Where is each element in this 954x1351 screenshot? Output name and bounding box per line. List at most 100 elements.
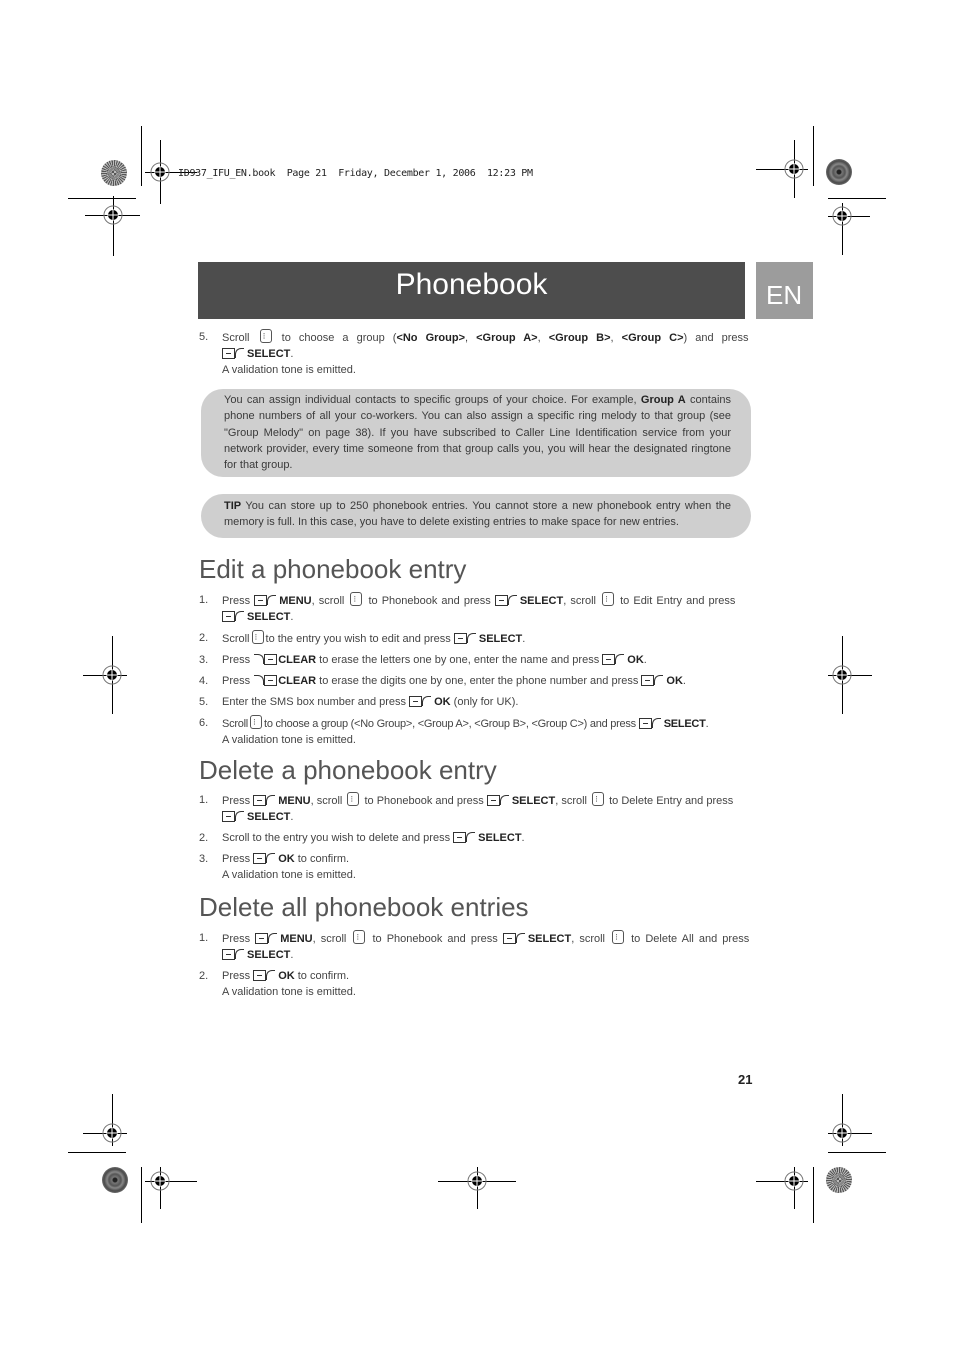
scroll-key-icon [612, 929, 625, 945]
color-bar-disc [826, 1167, 852, 1193]
step-text: Press [222, 933, 251, 945]
step-text: , scroll [310, 795, 343, 807]
color-bar-disc [102, 1167, 128, 1193]
step-text: , scroll [571, 933, 605, 945]
crop-mark [828, 1152, 886, 1153]
note-box: You can assign individual contacts to sp… [201, 389, 751, 477]
step-text: to Phonebook and press [372, 933, 498, 945]
registration-mark-icon [101, 1122, 123, 1144]
key-label: MENU [279, 595, 312, 607]
step-text: to Delete All and press [631, 933, 750, 945]
left-softkey-icon [502, 933, 527, 944]
scroll-key-icon [259, 328, 272, 344]
scroll-key-icon [350, 591, 363, 607]
key-label: SELECT [527, 933, 572, 945]
step-number: 5. [199, 331, 209, 343]
print-time: 12:23 PM [486, 168, 533, 179]
registration-mark-icon [783, 1170, 805, 1192]
step-number: 4. [199, 675, 209, 687]
tip-body: You can store up to 250 phonebook entrie… [224, 500, 731, 529]
color-bar-disc [101, 160, 127, 186]
key-label: OK [434, 696, 451, 708]
step-text: to Phonebook and press [368, 595, 491, 607]
tip-box: TIP You can store up to 250 phonebook en… [201, 494, 751, 538]
crop-mark [141, 1167, 142, 1223]
left-softkey-icon [222, 811, 246, 822]
punctuation: . [290, 348, 294, 360]
left-softkey-icon [602, 654, 626, 665]
left-softkey-icon [494, 595, 519, 606]
step-text: Press [222, 795, 251, 807]
registration-mark-icon [149, 1170, 171, 1192]
step-text: Press [222, 654, 251, 666]
key-label: CLEAR [278, 654, 317, 666]
step-text: Scroll [222, 633, 250, 645]
punctuation: . [290, 811, 294, 823]
step-text: Scroll [222, 718, 249, 730]
step-number: 2. [199, 832, 209, 844]
step-text: (only for UK). [450, 696, 519, 708]
step-text: Enter the SMS box number and press [222, 696, 407, 708]
registration-mark-icon [783, 158, 805, 180]
step-text: , scroll [311, 595, 345, 607]
edit-section: Edit a phonebook entry 1. Press MENU, sc… [199, 554, 755, 753]
delete-all-section: Delete all phonebook entries 1. Press ME… [199, 892, 755, 1005]
language-tab-label: EN [766, 280, 803, 310]
key-label: SELECT [478, 832, 522, 844]
registration-mark-icon [831, 205, 853, 227]
step-number: 1. [199, 594, 209, 606]
left-softkey-icon [222, 949, 246, 960]
list-item: 1. Press MENU, scroll to Phonebook and p… [199, 791, 755, 825]
print-page: Page 21 [286, 168, 327, 179]
scroll-key-icon [251, 629, 264, 645]
step-result: A validation tone is emitted. [222, 869, 356, 881]
group-option: <Group A> [476, 332, 538, 344]
print-date: Friday, December 1, 2006 [338, 168, 476, 179]
step-text: to Edit Entry and press [620, 595, 736, 607]
section-heading: Delete all phonebook entries [199, 892, 529, 922]
print-header: ID937_IFU_EN.book Page 21 Friday, Decemb… [178, 168, 533, 179]
right-softkey-icon [253, 654, 278, 665]
step-text: Press [222, 595, 251, 607]
key-label: OK [666, 675, 683, 687]
delete-section: Delete a phonebook entry 1. Press MENU, … [199, 755, 755, 888]
step-text: to Phonebook and press [364, 795, 484, 807]
punctuation: . [290, 949, 294, 961]
key-label: CLEAR [278, 675, 317, 687]
registration-mark-icon [831, 1122, 853, 1144]
step-text: to confirm. [294, 970, 350, 982]
registration-mark-icon [466, 1170, 488, 1192]
step-text: to confirm. [294, 853, 350, 865]
chapter-title: Phonebook [395, 268, 548, 301]
step-text: to erase the letters one by one, enter t… [316, 654, 600, 666]
crop-mark [68, 198, 136, 199]
left-softkey-icon [453, 633, 478, 644]
step-text: , scroll [312, 933, 347, 945]
scroll-key-icon [602, 591, 615, 607]
left-softkey-icon [253, 795, 277, 806]
step-number: 1. [199, 932, 209, 944]
key-label: SELECT [247, 811, 291, 823]
color-bar-disc [826, 159, 852, 185]
key-label: OK [278, 970, 295, 982]
punctuation: . [522, 633, 526, 645]
left-softkey-icon [638, 718, 663, 729]
left-softkey-icon [409, 696, 433, 707]
key-label: SELECT [247, 611, 291, 623]
step-text: to choose a group (<No Group>, <Group A>… [264, 718, 636, 730]
left-softkey-icon [486, 795, 511, 806]
step-number: 3. [199, 853, 209, 865]
step-text: Press [222, 970, 251, 982]
list-item: 3. Press CLEAR to erase the letters one … [199, 652, 755, 668]
key-label: SELECT [247, 949, 291, 961]
list-item: 2. Scroll to the entry you wish to edit a… [199, 629, 755, 647]
punctuation: . [682, 675, 686, 687]
scroll-key-icon [353, 929, 366, 945]
language-tab: EN [756, 262, 813, 319]
section-heading: Delete a phonebook entry [199, 755, 497, 785]
chapter-banner: Phonebook [198, 262, 745, 319]
list-item: 6. Scroll to choose a group (<No Group>, … [199, 714, 755, 748]
section-heading: Edit a phonebook entry [199, 554, 467, 584]
scroll-key-icon [347, 791, 360, 807]
list-item: 1. Press MENU, scroll to Phonebook and p… [199, 929, 755, 963]
